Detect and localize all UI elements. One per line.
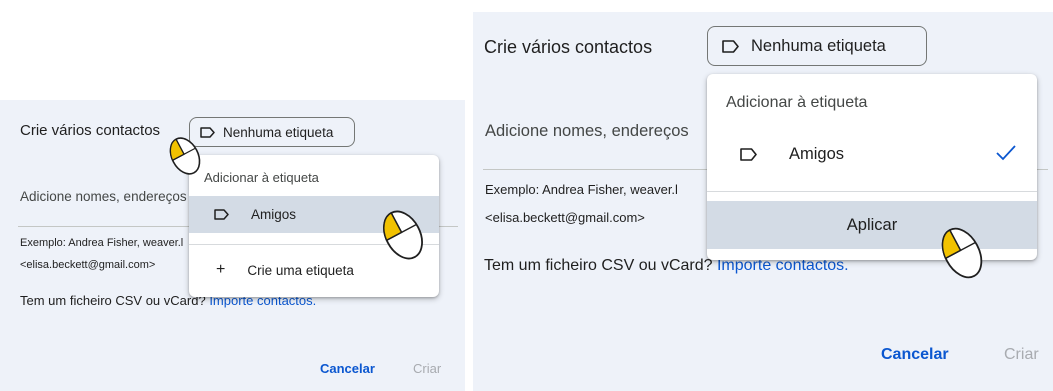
example-line-2: <elisa.beckett@gmail.com> [20,259,156,271]
cancel-button[interactable]: Cancelar [320,361,375,376]
plus-icon: + [216,261,226,278]
menu-header: Adicionar à etiqueta [726,94,868,111]
menu-item-label: Amigos [789,144,845,163]
example-line-1: Exemplo: Andrea Fisher, weaver.l [20,237,184,249]
csv-text: Tem um ficheiro CSV ou vCard? [20,293,206,308]
create-button[interactable]: Criar [1004,346,1039,364]
label-chip-text: Nenhuma etiqueta [751,36,886,55]
label-icon [722,39,739,53]
label-icon [214,209,229,220]
mouse-click-icon [165,132,205,185]
right-dialog: Crie vários contactos Nenhuma etiqueta A… [473,12,1053,391]
dialog-title: Crie vários contactos [20,122,161,139]
left-dialog: Crie vários contactos Nenhuma etiqueta A… [0,100,465,391]
label-chip-button[interactable]: Nenhuma etiqueta [189,117,355,147]
create-button[interactable]: Criar [413,361,441,376]
example-line-1: Exemplo: Andrea Fisher, weaver.l [485,182,678,197]
menu-header: Adicionar à etiqueta [204,170,319,185]
check-icon [995,144,1017,167]
example-line-2: <elisa.beckett@gmail.com> [485,210,645,225]
apply-button-label: Aplicar [846,215,898,234]
label-icon [740,147,757,161]
menu-divider [707,191,1037,192]
label-chip-text: Nenhuma etiqueta [223,124,334,140]
mouse-click-icon [935,219,989,292]
label-chip-button[interactable]: Nenhuma etiqueta [707,26,927,66]
instructions-text: Adicione nomes, endereços [20,189,187,204]
dialog-title: Crie vários contactos [484,37,653,57]
menu-item-label: Crie uma etiqueta [247,262,354,278]
csv-text: Tem um ficheiro CSV ou vCard? [484,257,713,274]
menu-item-amigos[interactable]: Amigos [707,132,1037,176]
instructions-text: Adicione nomes, endereços [485,122,689,140]
cancel-button[interactable]: Cancelar [881,346,949,364]
menu-item-label: Amigos [251,207,297,222]
mouse-click-icon [376,203,430,272]
